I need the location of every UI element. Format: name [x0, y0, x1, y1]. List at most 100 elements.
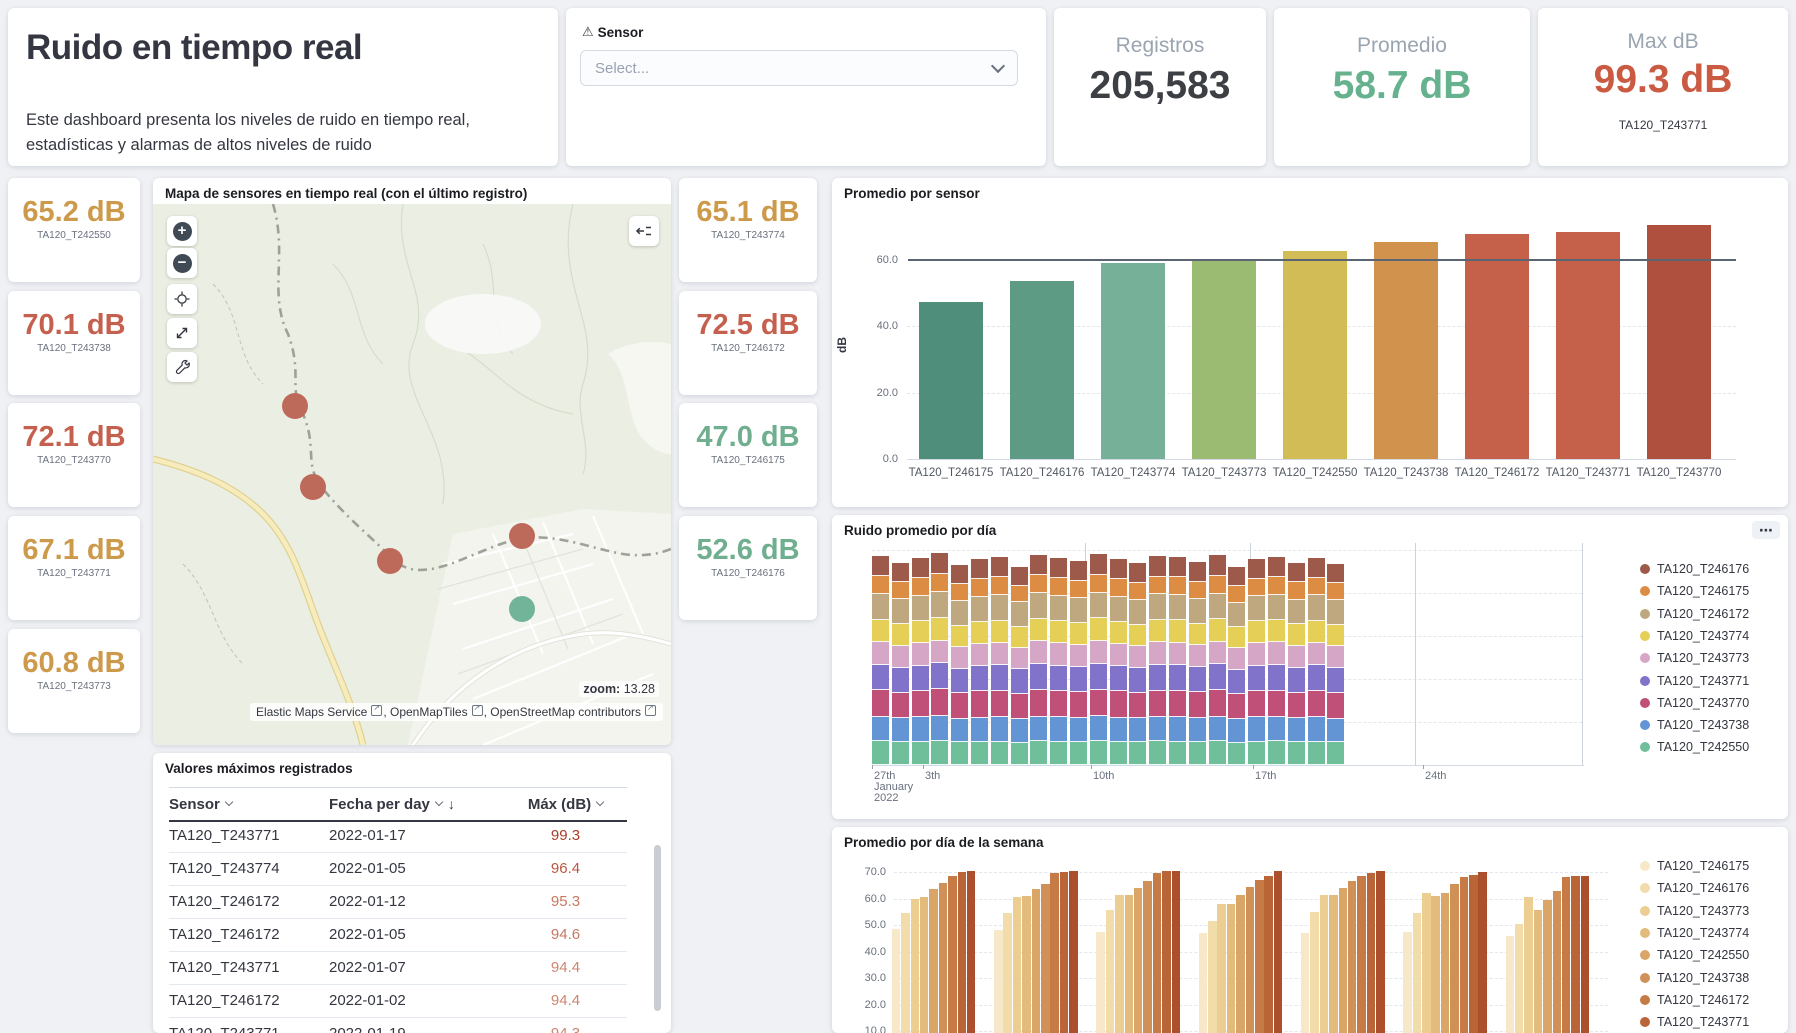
- stacked-day-bar[interactable]: [1110, 559, 1127, 765]
- weekday-bar[interactable]: [1227, 904, 1236, 1033]
- attribution-link[interactable]: Elastic Maps Service: [256, 705, 367, 719]
- weekday-bar[interactable]: [1060, 872, 1069, 1033]
- sensor-bar[interactable]: [1556, 232, 1620, 459]
- table-header-cell[interactable]: Sensor: [169, 796, 329, 813]
- stacked-day-bar[interactable]: [991, 557, 1008, 765]
- legend-item[interactable]: TA120_T242550⋮: [1640, 948, 1788, 962]
- weekday-bar[interactable]: [1571, 876, 1580, 1033]
- weekday-bar[interactable]: [1506, 936, 1515, 1033]
- weekday-bar[interactable]: [1534, 910, 1543, 1033]
- stacked-day-bar[interactable]: [1030, 555, 1047, 765]
- weekday-bar[interactable]: [920, 897, 929, 1033]
- stacked-day-bar[interactable]: [872, 556, 889, 765]
- legend-item[interactable]: TA120_T246176⋮: [1640, 881, 1788, 895]
- sensor-map-marker[interactable]: [300, 474, 326, 500]
- weekday-bar[interactable]: [892, 929, 901, 1033]
- weekday-bar[interactable]: [994, 930, 1003, 1033]
- stacked-day-bar[interactable]: [1050, 558, 1067, 765]
- weekday-bar[interactable]: [1041, 884, 1050, 1033]
- legend-item[interactable]: TA120_T243738⋮: [1640, 971, 1788, 985]
- table-header-cell[interactable]: Fecha per day↓: [329, 796, 504, 813]
- weekday-bar[interactable]: [1441, 893, 1450, 1033]
- weekday-bar[interactable]: [1320, 895, 1329, 1033]
- weekday-bar[interactable]: [1162, 871, 1171, 1033]
- legend-item[interactable]: TA120_T243774⋮: [1640, 629, 1796, 643]
- weekday-bar[interactable]: [1199, 933, 1208, 1033]
- map-zoom-in-button[interactable]: +: [167, 216, 197, 246]
- weekday-bar[interactable]: [1134, 888, 1143, 1033]
- weekday-bar[interactable]: [1069, 871, 1078, 1033]
- map-zoom-out-button[interactable]: −: [167, 248, 197, 278]
- stacked-day-bar[interactable]: [1169, 557, 1186, 765]
- stacked-day-bar[interactable]: [971, 559, 988, 765]
- stacked-day-bar[interactable]: [1070, 561, 1087, 765]
- weekday-bar[interactable]: [1413, 913, 1422, 1033]
- weekday-bar[interactable]: [1515, 924, 1524, 1033]
- weekday-bar[interactable]: [1106, 910, 1115, 1033]
- weekday-bar[interactable]: [1478, 872, 1487, 1033]
- weekday-bar[interactable]: [1450, 884, 1459, 1033]
- legend-item[interactable]: TA120_T243774⋮: [1640, 926, 1788, 940]
- weekday-bar[interactable]: [1274, 871, 1283, 1033]
- stacked-day-bar[interactable]: [1228, 567, 1245, 765]
- weekday-bar[interactable]: [1543, 900, 1552, 1033]
- stacked-day-bar[interactable]: [1308, 558, 1325, 765]
- weekday-bar[interactable]: [1553, 891, 1562, 1033]
- weekday-bar[interactable]: [1310, 912, 1319, 1033]
- weekday-bar[interactable]: [967, 871, 976, 1033]
- weekday-bar[interactable]: [1460, 877, 1469, 1033]
- stacked-day-bar[interactable]: [931, 553, 948, 765]
- weekday-bar[interactable]: [1125, 895, 1134, 1033]
- map-canvas[interactable]: + − zoom: 13.28 Elastic Maps Service, Op…: [153, 204, 671, 745]
- legend-item[interactable]: TA120_T243770⋮: [1640, 696, 1796, 710]
- weekday-bar[interactable]: [1403, 932, 1412, 1033]
- stacked-day-bar[interactable]: [951, 565, 968, 765]
- sensor-bar[interactable]: [1374, 242, 1438, 459]
- stacked-day-bar[interactable]: [1129, 563, 1146, 765]
- weekday-bar[interactable]: [958, 872, 967, 1033]
- map-tools-button[interactable]: [167, 352, 197, 382]
- weekday-bar[interactable]: [1217, 904, 1226, 1033]
- weekday-bar[interactable]: [1376, 871, 1385, 1033]
- weekday-bar[interactable]: [1581, 876, 1590, 1033]
- legend-item[interactable]: TA120_T246176⋮: [1640, 562, 1796, 576]
- weekday-bar[interactable]: [948, 876, 957, 1033]
- stacked-day-bar[interactable]: [1268, 557, 1285, 765]
- stacked-day-bar[interactable]: [1248, 559, 1265, 765]
- table-scrollbar[interactable]: [654, 845, 661, 1011]
- weekday-bar[interactable]: [1431, 896, 1440, 1033]
- weekday-bar[interactable]: [1246, 887, 1255, 1033]
- weekday-bar[interactable]: [1236, 895, 1245, 1033]
- weekday-bar[interactable]: [1153, 873, 1162, 1033]
- table-header-cell[interactable]: Máx (dB): [504, 796, 627, 813]
- legend-item[interactable]: TA120_T246172⋮: [1640, 607, 1796, 621]
- weekday-bar[interactable]: [1264, 876, 1273, 1033]
- weekday-bar[interactable]: [1255, 880, 1264, 1033]
- weekday-bar[interactable]: [939, 883, 948, 1033]
- stacked-day-bar[interactable]: [1288, 563, 1305, 765]
- sensor-bar[interactable]: [919, 302, 983, 459]
- sensor-bar[interactable]: [1283, 251, 1347, 459]
- sensor-map-marker[interactable]: [282, 393, 308, 419]
- stacked-day-bar[interactable]: [1090, 554, 1107, 765]
- legend-item[interactable]: TA120_T243738⋮: [1640, 718, 1796, 732]
- sensor-map-marker[interactable]: [509, 523, 535, 549]
- weekday-bar[interactable]: [1469, 875, 1478, 1033]
- legend-item[interactable]: TA120_T243773⋮: [1640, 904, 1788, 918]
- weekday-bar[interactable]: [1524, 897, 1533, 1033]
- weekday-bar[interactable]: [1013, 897, 1022, 1033]
- weekday-bar[interactable]: [1096, 932, 1105, 1033]
- map-locate-button[interactable]: [167, 284, 197, 314]
- sensor-bar[interactable]: [1010, 281, 1074, 459]
- weekday-bar[interactable]: [1143, 881, 1152, 1033]
- panel-options-button[interactable]: ⋯: [1752, 521, 1780, 539]
- weekday-bar[interactable]: [911, 899, 920, 1033]
- stacked-day-bar[interactable]: [1011, 567, 1028, 765]
- sensor-bar[interactable]: [1192, 259, 1256, 459]
- weekday-bar[interactable]: [1367, 873, 1376, 1033]
- weekday-bar[interactable]: [1115, 895, 1124, 1033]
- weekday-bar[interactable]: [1172, 871, 1181, 1033]
- stacked-day-bar[interactable]: [1149, 556, 1166, 765]
- map-legend-collapse-button[interactable]: [629, 216, 659, 246]
- attribution-link[interactable]: OpenMapTiles: [390, 705, 468, 719]
